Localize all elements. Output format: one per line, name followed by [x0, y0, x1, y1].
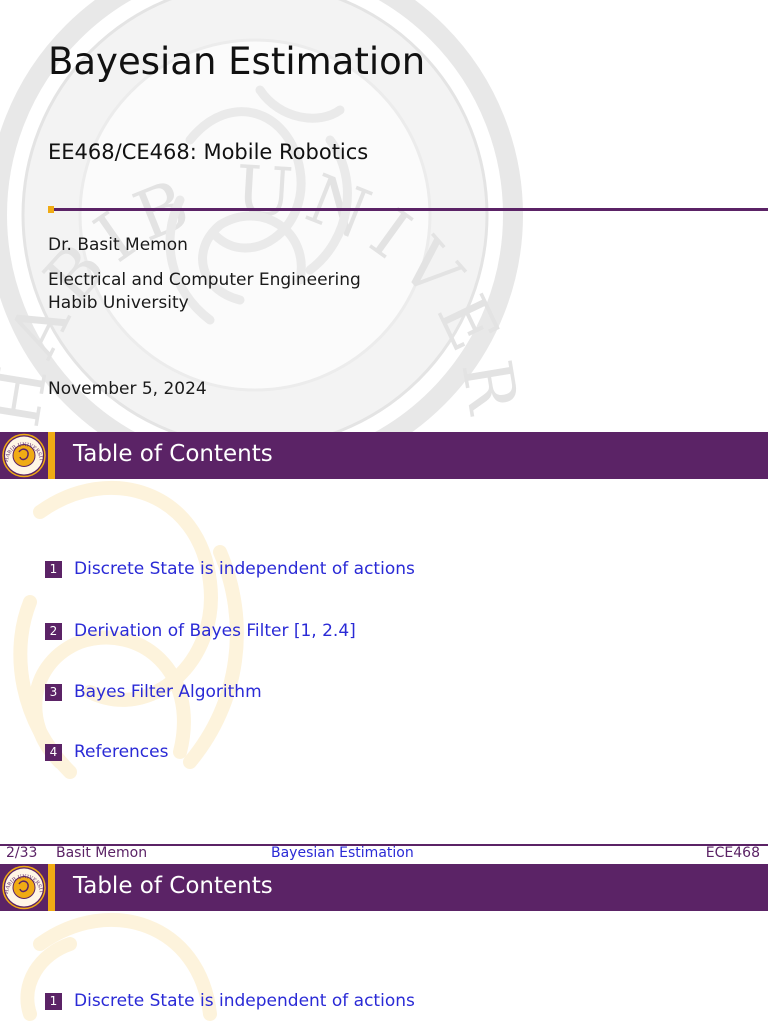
presentation-title: Bayesian Estimation: [48, 40, 426, 83]
presentation-date: November 5, 2024: [48, 379, 207, 399]
toc-link[interactable]: Discrete State is independent of actions: [74, 991, 415, 1011]
toc-link[interactable]: Bayes Filter Algorithm: [74, 682, 262, 702]
toc-item[interactable]: 3 Bayes Filter Algorithm: [45, 681, 262, 703]
slide-footer: 2/33 Basit Memon Bayesian Estimation ECE…: [0, 844, 768, 864]
institute: Electrical and Computer Engineering Habi…: [48, 269, 361, 315]
toc-link[interactable]: References: [74, 742, 168, 762]
toc-item[interactable]: 1 Discrete State is independent of actio…: [45, 990, 415, 1012]
section-number: 2: [45, 622, 62, 640]
section-number: 3: [45, 683, 62, 701]
frame-title: Table of Contents: [73, 873, 273, 899]
frame-bar-accent: [48, 864, 55, 911]
title-divider: [48, 208, 768, 211]
frame-bar-accent: [48, 432, 55, 479]
footer-title-link[interactable]: Bayesian Estimation: [271, 845, 414, 861]
toc-link[interactable]: Derivation of Bayes Filter [1, 2.4]: [74, 621, 356, 641]
section-number: 1: [45, 992, 62, 1010]
university-logo: HABIB UNIVERSITY: [0, 864, 48, 911]
title-divider-accent: [48, 206, 54, 213]
section-number: 4: [45, 743, 62, 761]
toc-slide: HABIB UNIVERSITY Table of Contents 1 Dis…: [0, 864, 768, 1024]
toc-slide: HABIB UNIVERSITY Table of Contents 1 Dis…: [0, 432, 768, 844]
toc-item[interactable]: 1 Discrete State is independent of actio…: [45, 558, 415, 580]
institute-university: Habib University: [48, 293, 189, 313]
toc-link[interactable]: Discrete State is independent of actions: [74, 559, 415, 579]
footer-course: ECE468: [705, 845, 760, 861]
frame-title: Table of Contents: [73, 441, 273, 467]
presentation-subtitle: EE468/CE468: Mobile Robotics: [48, 140, 369, 164]
institute-department: Electrical and Computer Engineering: [48, 270, 361, 290]
university-seal-icon: HABIB UNIVERSITY: [0, 864, 46, 910]
author-name: Dr. Basit Memon: [48, 235, 188, 255]
section-number: 1: [45, 560, 62, 578]
toc-item[interactable]: 4 References: [45, 741, 168, 763]
toc-item[interactable]: 2 Derivation of Bayes Filter [1, 2.4]: [45, 620, 356, 642]
university-seal-icon: HABIB UNIVERSITY: [0, 432, 46, 478]
footer-author: Basit Memon: [56, 845, 148, 861]
page-number: 2/33: [6, 845, 38, 861]
title-slide: HABIB UNIVERSITY Bayesian Estimation EE4…: [0, 0, 768, 432]
university-logo: HABIB UNIVERSITY: [0, 432, 48, 479]
